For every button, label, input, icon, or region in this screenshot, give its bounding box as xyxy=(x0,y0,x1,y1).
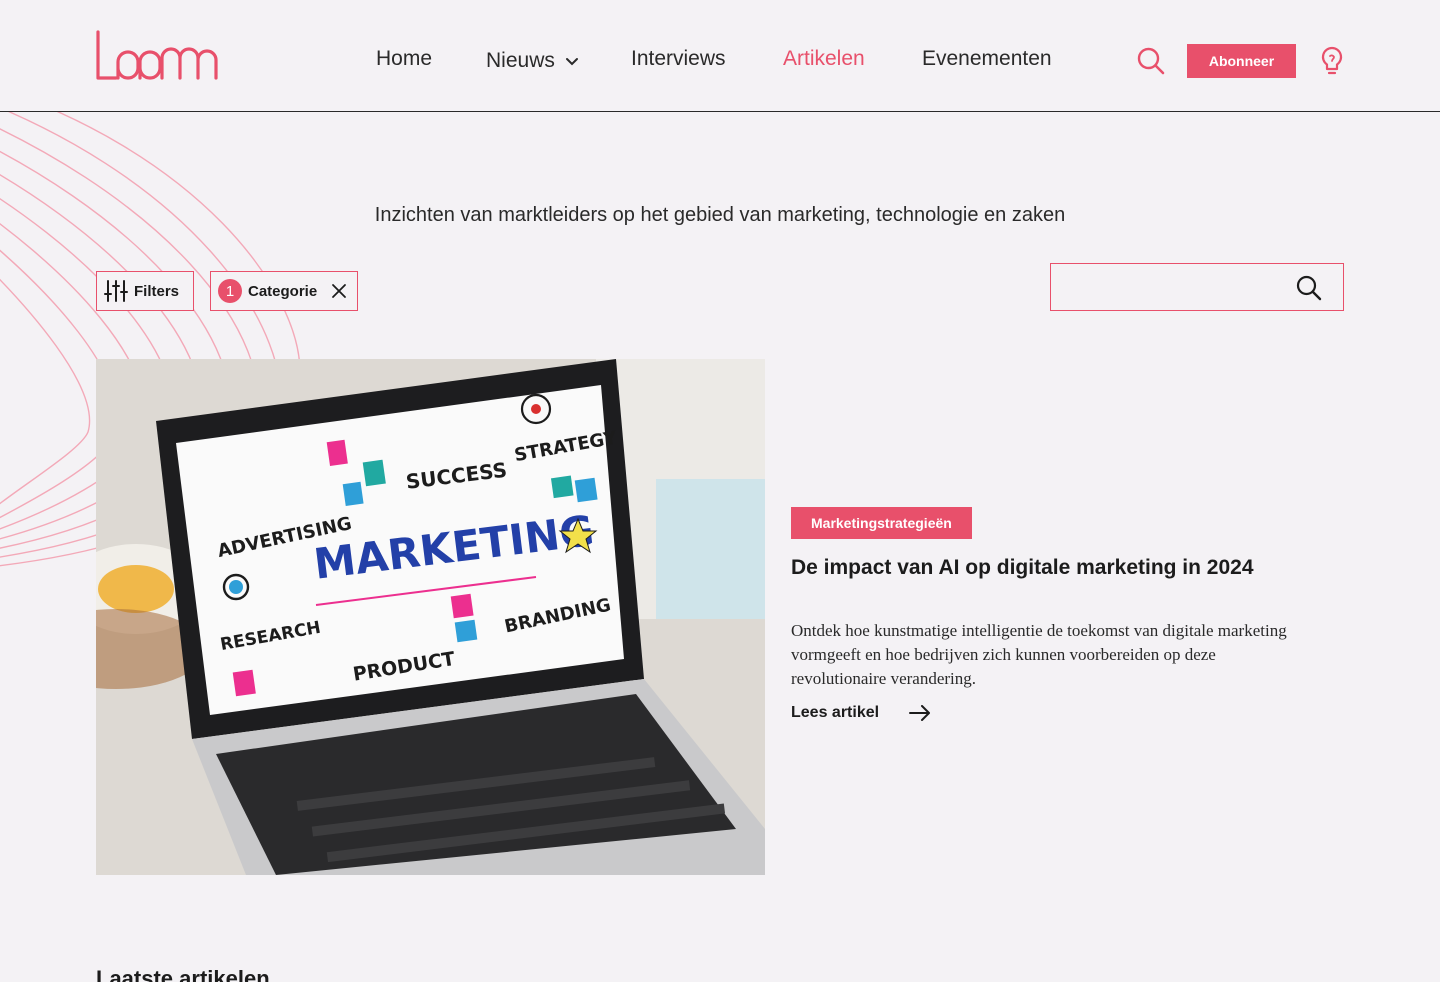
lightbulb-icon[interactable] xyxy=(1318,46,1346,76)
featured-article-title[interactable]: De impact van AI op digitale marketing i… xyxy=(791,554,1351,582)
loom-logo[interactable] xyxy=(96,30,218,82)
search-input[interactable] xyxy=(1051,264,1291,310)
featured-article-image[interactable]: MARKETING ADVERTISING SUCCESS STRATEGY R… xyxy=(96,359,765,875)
site-header: Home Nieuws Interviews Artikelen Eveneme… xyxy=(0,0,1440,112)
nav-item-home[interactable]: Home xyxy=(376,44,432,74)
featured-article-description: Ontdek hoe kunstmatige intelligentie de … xyxy=(791,621,1287,688)
search-icon[interactable] xyxy=(1295,274,1323,302)
nav-item-label: Nieuws xyxy=(486,49,555,72)
latest-articles-heading: Laatste artikelen xyxy=(96,966,270,982)
sliders-icon xyxy=(104,280,128,302)
page-tagline: Inzichten van marktleiders op het gebied… xyxy=(374,204,1066,226)
nav-item-evenementen[interactable]: Evenementen xyxy=(922,44,1052,74)
search-icon[interactable] xyxy=(1136,46,1166,76)
filters-label: Filters xyxy=(134,282,180,300)
category-label: Categorie xyxy=(248,282,318,300)
category-filter-chip[interactable]: 1 Categorie xyxy=(210,271,358,311)
arrow-right-icon xyxy=(909,705,931,721)
nav-item-artikelen[interactable]: Artikelen xyxy=(783,44,865,74)
filters-button[interactable]: Filters xyxy=(96,271,194,311)
read-article-link[interactable]: Lees artikel xyxy=(791,700,931,726)
category-tag[interactable]: Marketingstrategieën xyxy=(791,507,972,539)
category-count-badge: 1 xyxy=(218,279,242,303)
subscribe-button[interactable]: Abonneer xyxy=(1187,44,1296,78)
close-icon[interactable] xyxy=(331,283,347,299)
nav-item-nieuws[interactable]: Nieuws xyxy=(486,46,579,76)
article-search xyxy=(1050,263,1344,311)
chevron-down-icon xyxy=(565,58,578,66)
read-article-label: Lees artikel xyxy=(791,704,880,721)
nav-item-interviews[interactable]: Interviews xyxy=(631,44,726,74)
